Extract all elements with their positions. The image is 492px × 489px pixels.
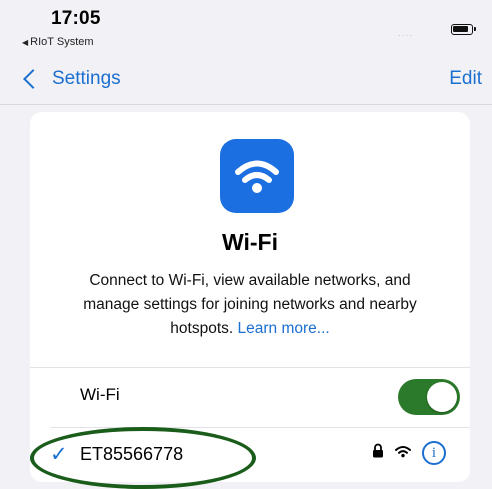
wifi-toggle[interactable] (398, 379, 460, 415)
chevron-left-icon (23, 69, 43, 89)
toggle-knob (427, 382, 457, 412)
description-line: hotspots. Learn more... (30, 317, 470, 341)
description-line: manage settings for joining networks and… (83, 296, 417, 313)
back-app-label: RIoT System (30, 36, 94, 48)
nav-divider (0, 104, 492, 105)
back-to-app[interactable]: ◀ RIoT System (22, 36, 94, 48)
description-line-text: hotspots. (170, 320, 234, 337)
highlight-ellipse (30, 427, 256, 489)
description-line: Connect to Wi-Fi, view available network… (89, 272, 411, 289)
wifi-signal-icon (394, 444, 412, 463)
wifi-icon (220, 139, 294, 213)
back-button[interactable]: Settings (22, 68, 121, 90)
wifi-row-label: Wi-Fi (80, 385, 120, 404)
status-time: 17:05 (51, 8, 101, 29)
network-status-icons: i (372, 438, 446, 468)
section-divider (30, 367, 470, 368)
status-bar: 17:05 ◀ RIoT System .... (0, 0, 492, 56)
navigation-bar: Settings Edit (0, 58, 492, 104)
back-triangle-icon: ◀ (22, 38, 29, 47)
wifi-card: Wi-Fi Connect to Wi-Fi, view available n… (30, 112, 470, 489)
back-button-label: Settings (52, 68, 121, 89)
info-icon[interactable]: i (422, 441, 446, 465)
page-title: Wi-Fi (222, 229, 278, 255)
lock-icon (372, 443, 384, 463)
learn-more-link[interactable]: Learn more... (238, 320, 330, 337)
cellular-signal-icon: .... (398, 28, 414, 39)
wifi-description: Connect to Wi-Fi, view available network… (30, 269, 470, 341)
edit-button[interactable]: Edit (449, 68, 482, 90)
battery-icon (451, 24, 476, 35)
